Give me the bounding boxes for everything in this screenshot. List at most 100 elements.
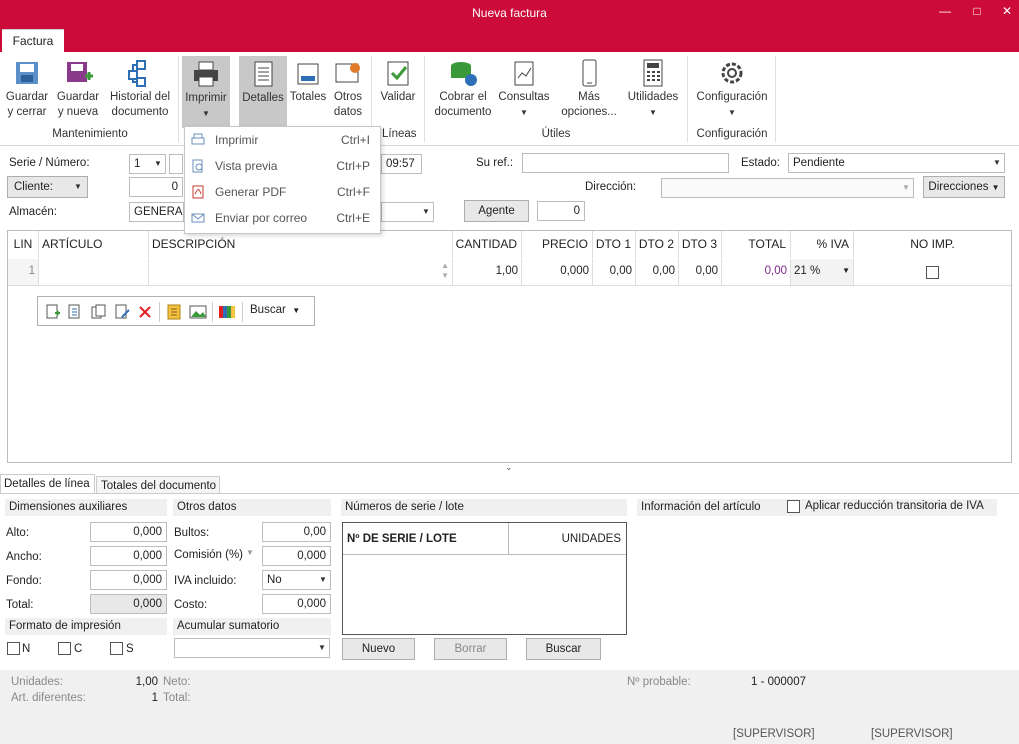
delete-icon[interactable]	[138, 305, 152, 319]
col-articulo[interactable]: ARTÍCULO	[39, 231, 149, 258]
maximize-icon[interactable]: □	[962, 2, 992, 20]
direcciones-button[interactable]: Direcciones ▼	[923, 176, 1005, 198]
image-icon[interactable]	[189, 304, 207, 320]
col-serie-lote[interactable]: Nº DE SERIE / LOTE	[343, 523, 509, 555]
nuevo-button[interactable]: Nuevo	[342, 638, 415, 660]
row-descripcion[interactable]: ▲ ▼	[149, 259, 453, 286]
almacen-dropdown[interactable]: ▼	[381, 202, 434, 222]
acumular-title: Acumular sumatorio	[173, 618, 331, 635]
borrar-button[interactable]: Borrar	[434, 638, 507, 660]
scroll-arrows-icon[interactable]: ▲ ▼	[441, 261, 449, 281]
menu-item-vista-previa[interactable]: Vista previa Ctrl+P	[185, 153, 380, 179]
close-icon[interactable]: ✕	[992, 2, 1019, 20]
reduccion-iva-checkbox[interactable]	[787, 500, 800, 513]
tab-totales-documento[interactable]: Totales del documento	[96, 476, 220, 494]
time-field[interactable]: 09:57	[381, 154, 422, 174]
comision-input[interactable]: 0,000	[262, 546, 331, 566]
guardar-nueva-label: Guardar y nueva	[56, 91, 100, 118]
agente-value: 0	[573, 205, 580, 217]
insert-line-icon[interactable]	[68, 304, 84, 320]
direcciones-label: Direcciones	[928, 181, 989, 193]
row-precio[interactable]: 0,000	[522, 259, 593, 286]
minimize-icon[interactable]: —	[930, 2, 960, 20]
edit-icon[interactable]	[115, 304, 131, 320]
serie-select[interactable]: 1 ▼	[129, 154, 166, 174]
col-dto2[interactable]: DTO 2	[636, 231, 679, 258]
collapse-chevron-icon[interactable]: ⌄	[505, 462, 513, 473]
row-dto3[interactable]: 0,00	[679, 259, 722, 286]
otros-datos-label: Otros datos	[333, 91, 363, 118]
numero-field[interactable]	[169, 154, 183, 174]
color-palette-icon[interactable]	[218, 304, 236, 320]
copy-icon[interactable]	[91, 304, 107, 320]
imprimir-button[interactable]: Imprimir ▼	[182, 56, 230, 128]
formato-n-label: N	[22, 643, 31, 655]
acumular-select[interactable]: ▼	[174, 638, 330, 658]
col-dto3[interactable]: DTO 3	[679, 231, 722, 258]
mas-opciones-button[interactable]: Más opciones...	[554, 58, 624, 120]
totales-button[interactable]: Totales	[289, 58, 327, 105]
row-articulo[interactable]	[39, 259, 149, 286]
status-bar: Unidades: 1,00 Neto: Art. diferentes: 1 …	[0, 670, 1019, 744]
col-lin[interactable]: LIN	[8, 231, 39, 258]
tab-detalles-linea[interactable]: Detalles de línea	[0, 474, 95, 494]
guardar-cerrar-button[interactable]: Guardar y cerrar	[4, 58, 50, 120]
configuracion-button[interactable]: Configuración ▼	[692, 58, 772, 120]
row-dto1[interactable]: 0,00	[593, 259, 636, 286]
agente-button[interactable]: Agente	[464, 200, 529, 222]
menu-item-imprimir[interactable]: Imprimir Ctrl+I	[185, 127, 380, 153]
formato-s-checkbox[interactable]	[110, 642, 123, 655]
validar-button[interactable]: Validar	[376, 58, 420, 105]
info-articulo-title: Información del artículo	[641, 501, 761, 513]
formato-c-checkbox[interactable]	[58, 642, 71, 655]
historial-label: Historial del documento	[109, 91, 171, 118]
col-iva[interactable]: % IVA	[791, 231, 854, 258]
row-total: 0,00	[722, 259, 791, 286]
col-cantidad[interactable]: CANTIDAD	[453, 231, 522, 258]
chevron-down-icon[interactable]: ▼	[246, 548, 254, 557]
cliente-button[interactable]: Cliente: ▼	[7, 176, 88, 198]
serie-lote-table: Nº DE SERIE / LOTE UNIDADES	[342, 522, 627, 635]
detalles-button[interactable]: Detalles	[239, 56, 287, 128]
agente-input[interactable]: 0	[537, 201, 585, 221]
ancho-input[interactable]: 0,000	[90, 546, 167, 566]
new-line-icon[interactable]	[46, 304, 60, 320]
menu-item-enviar-correo[interactable]: Enviar por correo Ctrl+E	[185, 205, 380, 231]
iva-incluido-label: IVA incluido:	[174, 575, 237, 587]
su-ref-input[interactable]	[522, 153, 729, 173]
historial-button[interactable]: Historial del documento	[106, 58, 174, 120]
row-iva[interactable]: 21 % ▼	[791, 259, 854, 286]
guardar-nueva-button[interactable]: Guardar y nueva	[54, 58, 102, 120]
col-precio[interactable]: PRECIO	[522, 231, 593, 258]
formato-n-checkbox[interactable]	[7, 642, 20, 655]
consultas-label: Consultas	[498, 91, 550, 103]
fondo-input[interactable]: 0,000	[90, 570, 167, 590]
col-dto1[interactable]: DTO 1	[593, 231, 636, 258]
iva-incluido-select[interactable]: No ▼	[262, 570, 331, 590]
row-cantidad[interactable]: 1,00	[453, 259, 522, 286]
no-imp-checkbox[interactable]	[926, 266, 939, 279]
tab-factura[interactable]: Factura	[2, 29, 64, 52]
consultas-button[interactable]: Consultas ▼	[497, 58, 551, 120]
menu-item-generar-pdf[interactable]: Generar PDF Ctrl+F	[185, 179, 380, 205]
utilidades-button[interactable]: Utilidades ▼	[626, 58, 680, 120]
almacen-select[interactable]: GENERAL	[129, 202, 184, 222]
col-descripcion[interactable]: DESCRIPCIÓN	[149, 231, 453, 258]
otros-datos-button[interactable]: Otros datos	[330, 58, 366, 120]
col-unidades[interactable]: UNIDADES	[509, 523, 626, 555]
col-total[interactable]: TOTAL	[722, 231, 791, 258]
notes-icon[interactable]	[166, 304, 182, 320]
estado-select[interactable]: Pendiente ▼	[788, 153, 1005, 173]
totals-icon	[297, 63, 319, 85]
bultos-input[interactable]: 0,00	[262, 522, 331, 542]
row-dto2[interactable]: 0,00	[636, 259, 679, 286]
cliente-code-input[interactable]: 0	[129, 177, 183, 197]
cobrar-button[interactable]: Cobrar el documento	[432, 58, 494, 120]
save-close-icon	[16, 62, 38, 84]
buscar-dropdown[interactable]: Buscar ▼	[250, 304, 300, 316]
coste-input[interactable]: 0,000	[262, 594, 331, 614]
direccion-select[interactable]: ▼	[661, 178, 914, 198]
alto-input[interactable]: 0,000	[90, 522, 167, 542]
col-no-imp[interactable]: NO IMP.	[854, 231, 1011, 258]
buscar-button[interactable]: Buscar	[526, 638, 601, 660]
